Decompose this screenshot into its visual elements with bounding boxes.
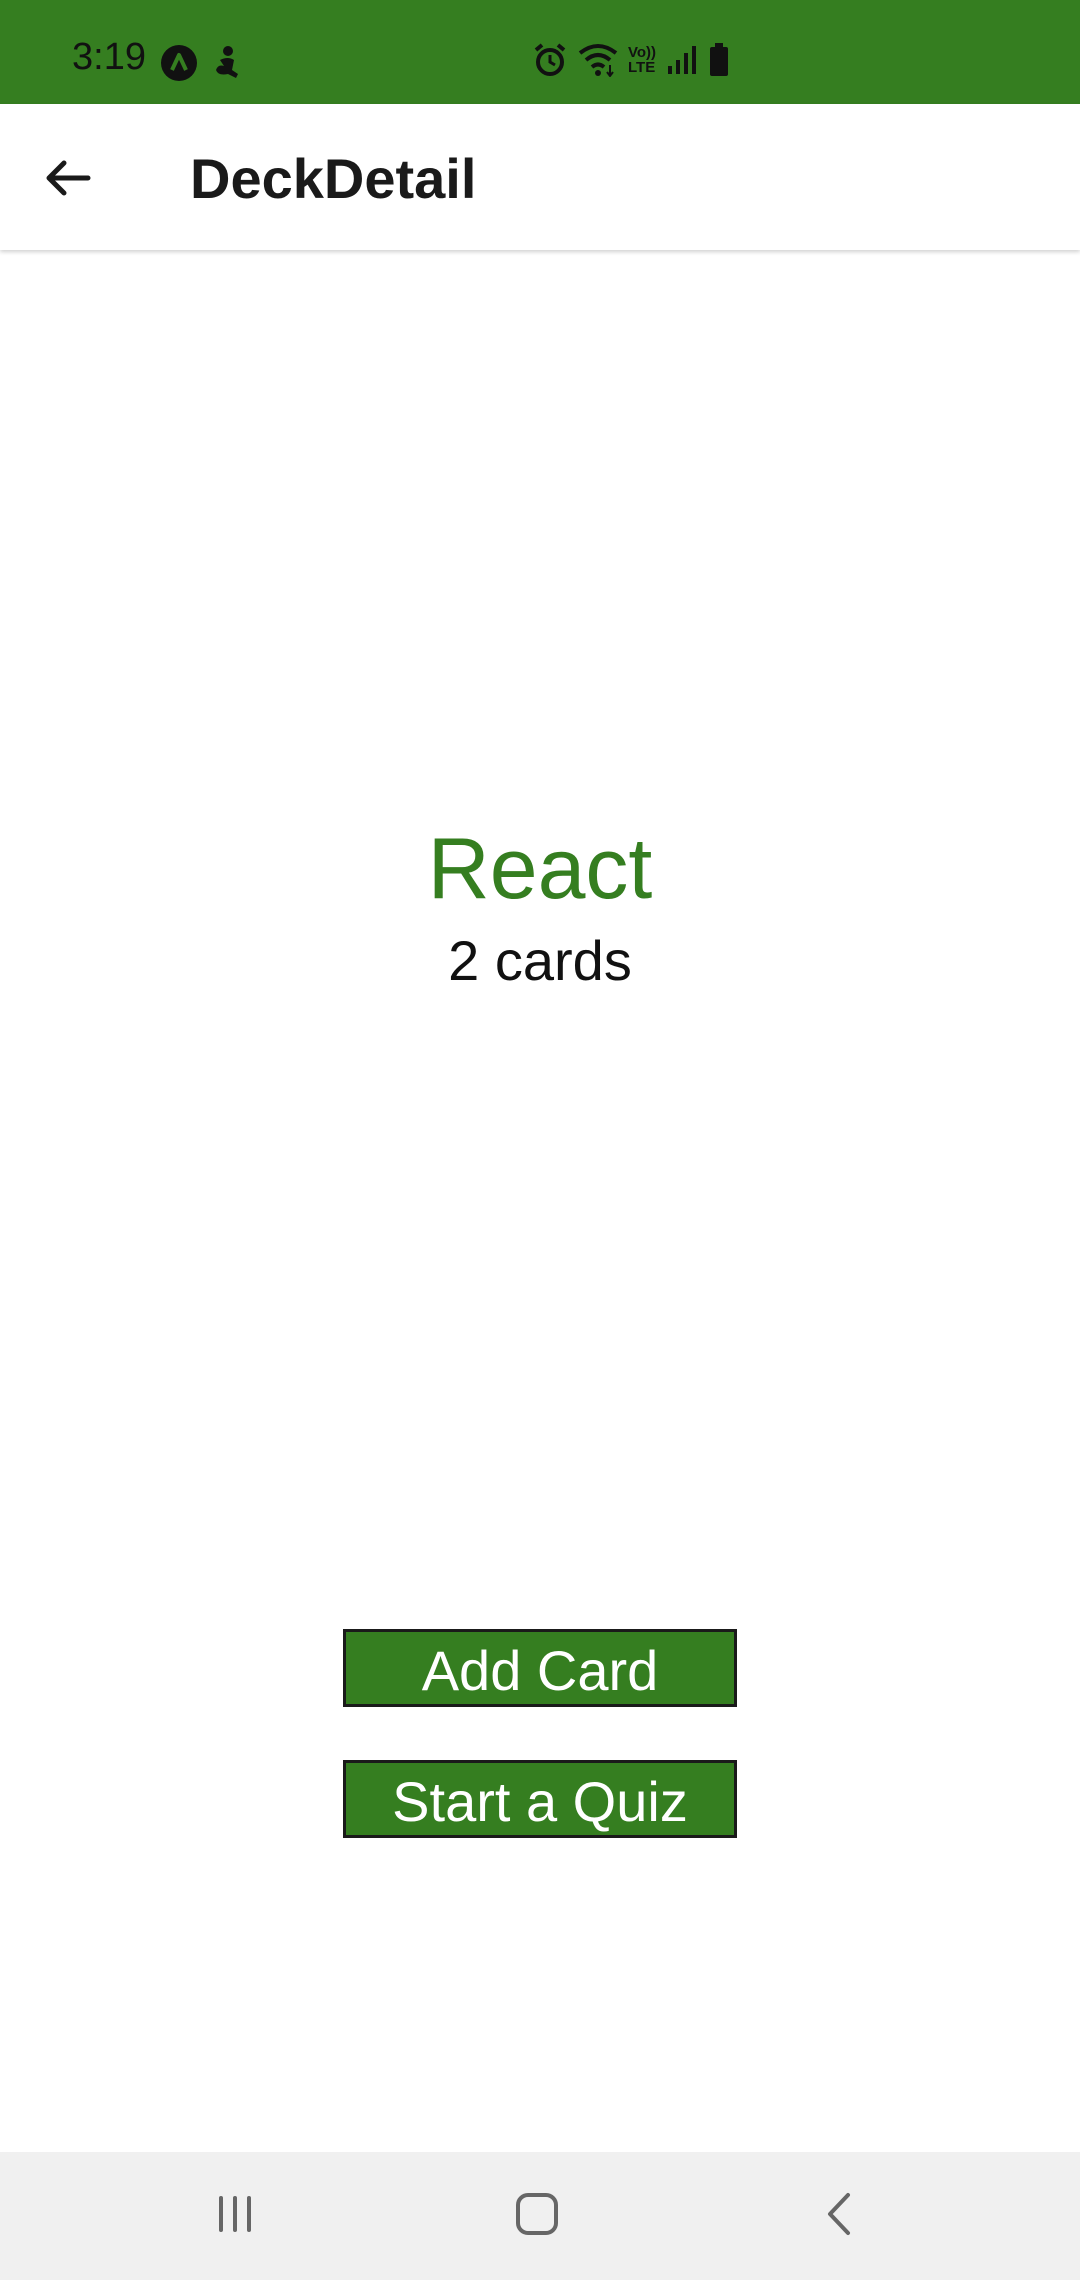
status-time: 3:19	[72, 36, 146, 78]
recents-button[interactable]	[195, 2182, 275, 2250]
volte-label-bottom: LTE	[628, 59, 656, 76]
status-right-icons: Vo)) LTE	[532, 42, 730, 78]
back-icon	[820, 2191, 860, 2242]
home-icon	[514, 2191, 560, 2242]
status-left-icons	[160, 44, 244, 82]
page-title: DeckDetail	[190, 147, 477, 210]
recents-icon	[213, 2192, 257, 2241]
deck-card-count: 2 cards	[448, 929, 632, 993]
deck-detail-screen: 3:19 Vo)) LTE DeckDetail React 2 cards A…	[0, 0, 1080, 2280]
alarm-icon	[532, 42, 568, 78]
start-quiz-button[interactable]: Start a Quiz	[343, 1760, 737, 1838]
app-bar: DeckDetail	[0, 104, 1080, 250]
volte-icon: Vo)) LTE	[628, 45, 656, 75]
system-nav-bar	[0, 2152, 1080, 2280]
signal-icon	[666, 44, 698, 76]
home-button[interactable]	[497, 2182, 577, 2250]
deck-info: React 2 cards	[0, 818, 1080, 994]
accessibility-icon	[210, 44, 244, 82]
nav-back-button[interactable]	[800, 2182, 880, 2250]
arrow-left-icon	[44, 154, 92, 207]
back-button[interactable]	[30, 142, 106, 218]
add-card-button[interactable]: Add Card	[343, 1629, 737, 1707]
battery-icon	[708, 43, 730, 77]
navigation-app-icon	[160, 44, 198, 82]
deck-title: React	[427, 821, 653, 917]
wifi-icon	[578, 43, 618, 77]
status-bar: 3:19 Vo)) LTE	[0, 0, 1080, 104]
volte-label-top: Vo))	[628, 44, 657, 61]
